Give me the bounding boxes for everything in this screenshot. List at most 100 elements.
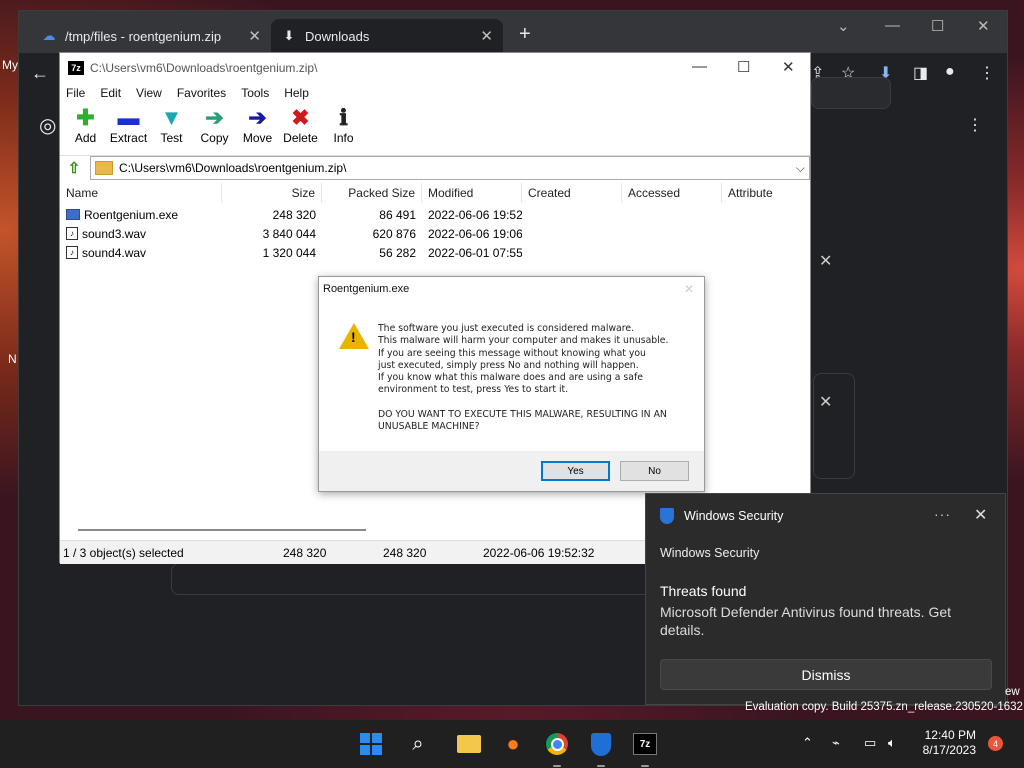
remove-icon[interactable]: ✕ (819, 392, 832, 412)
info-label: Info (333, 131, 354, 145)
notification-badge[interactable]: 4 (988, 736, 1003, 751)
extract-button[interactable]: ▬ Extract (107, 103, 150, 145)
chevron-down-icon[interactable]: ⌵ (796, 161, 805, 176)
add-button[interactable]: ✚ Add (64, 103, 107, 145)
menu-help[interactable]: Help (284, 86, 309, 100)
close-icon[interactable]: ✕ (977, 17, 990, 35)
windows-security-icon[interactable] (586, 729, 616, 759)
move-button[interactable]: ➔ Move (236, 103, 279, 145)
desktop-text-fragment: N (8, 352, 17, 366)
yes-button[interactable]: Yes (541, 461, 610, 481)
file-name: sound3.wav (82, 226, 147, 241)
download-icon: ⬇ (283, 28, 295, 43)
new-tab-button[interactable]: + (519, 23, 531, 46)
folder-icon (457, 735, 481, 753)
chevron-up-icon[interactable]: ⌃ (802, 735, 813, 751)
close-icon[interactable]: ✕ (684, 282, 694, 296)
menu-icon[interactable]: ⋮ (979, 63, 995, 83)
close-icon[interactable]: ✕ (974, 505, 987, 525)
path-field[interactable]: C:\Users\vm6\Downloads\roentgenium.zip\ … (90, 156, 810, 180)
side-panel-icon[interactable]: ◨ (913, 63, 928, 83)
file-list: Roentgenium.exe 248 320 86 491 2022-06-0… (60, 205, 810, 262)
plus-icon: ✚ (76, 105, 95, 130)
file-name: sound4.wav (82, 245, 147, 260)
maximize-icon[interactable]: ☐ (737, 58, 750, 76)
column-accessed[interactable]: Accessed (622, 183, 722, 203)
taskbar-clock[interactable]: 12:40 PM 8/17/2023 (914, 728, 976, 758)
firefox-icon[interactable]: ● (498, 729, 528, 759)
search-icon[interactable]: ⌕ (403, 729, 433, 759)
7zip-logo-icon: 7z (68, 61, 84, 75)
column-modified[interactable]: Modified (422, 183, 522, 203)
profile-icon[interactable]: ● (945, 63, 955, 81)
up-folder-icon[interactable]: ⇧ (64, 158, 84, 178)
desktop-text-fragment: My (2, 58, 18, 72)
exe-file-icon (66, 209, 80, 220)
test-button[interactable]: ▼ Test (150, 103, 193, 145)
clock-time: 12:40 PM (924, 728, 976, 742)
maximize-icon[interactable]: ☐ (931, 17, 944, 35)
chrome-icon[interactable] (542, 729, 572, 759)
file-row[interactable]: Roentgenium.exe 248 320 86 491 2022-06-0… (60, 205, 810, 224)
display-icon[interactable]: ▭ (864, 735, 876, 751)
downloads-more-icon[interactable]: ⋮ (967, 115, 983, 135)
file-modified: 2022-06-06 19:06 (428, 226, 522, 241)
file-row[interactable]: ♪ sound3.wav 3 840 044 620 876 2022-06-06… (60, 224, 810, 243)
delete-button[interactable]: ✖ Delete (279, 103, 322, 145)
evaluation-watermark: Evaluation copy. Build 25375.zn_release.… (745, 701, 1023, 713)
extract-label: Extract (109, 131, 148, 145)
folder-icon (95, 161, 113, 175)
horizontal-scrollbar[interactable] (78, 529, 366, 531)
file-size: 3 840 044 (262, 226, 316, 241)
file-explorer-icon[interactable] (454, 729, 484, 759)
menu-favorites[interactable]: Favorites (177, 86, 226, 100)
menu-edit[interactable]: Edit (100, 86, 121, 100)
more-options-icon[interactable]: ··· (934, 506, 951, 522)
close-tab-icon[interactable]: ✕ (248, 27, 261, 45)
file-packed-size: 620 876 (372, 226, 416, 241)
tab-search-icon[interactable]: ⌄ (837, 17, 850, 35)
menu-tools[interactable]: Tools (241, 86, 269, 100)
tab-downloads[interactable]: ⬇ Downloads ✕ (271, 19, 503, 53)
volume-icon[interactable]: 🔈︎ (888, 735, 896, 751)
info-icon: ℹ (339, 105, 348, 131)
back-icon[interactable]: ← (31, 63, 49, 84)
tab-tmp-files[interactable]: ☁ /tmp/files - roentgenium.zip ✕ (31, 19, 271, 53)
file-row[interactable]: ♪ sound4.wav 1 320 044 56 282 2022-06-01 … (60, 243, 810, 262)
windows-security-notification: Windows Security ··· ✕ Windows Security … (645, 493, 1006, 705)
file-modified: 2022-06-01 07:55 (428, 245, 522, 260)
start-button[interactable] (356, 729, 386, 759)
minimize-icon[interactable]: — (885, 17, 900, 34)
search-box[interactable] (811, 77, 891, 109)
copy-button[interactable]: ➔ Copy (193, 103, 236, 145)
menu-view[interactable]: View (136, 86, 162, 100)
toast-header-title: Windows Security (684, 509, 784, 523)
file-name: Roentgenium.exe (84, 207, 179, 222)
test-check-icon: ▼ (160, 105, 183, 130)
test-label: Test (160, 131, 183, 145)
remove-icon[interactable]: ✕ (819, 251, 832, 271)
column-packed-size[interactable]: Packed Size (322, 183, 422, 203)
dialog-footer: Yes No (319, 451, 704, 491)
info-button[interactable]: ℹ Info (322, 103, 365, 145)
close-icon[interactable]: ✕ (782, 58, 795, 76)
7zip-taskbar-icon[interactable]: 7z (630, 729, 660, 759)
list-header: Name Size Packed Size Modified Created A… (60, 183, 810, 203)
network-icon[interactable]: ⌁ (832, 735, 840, 751)
copy-label: Copy (200, 131, 229, 145)
message-line: just executed, simply press No and nothi… (378, 359, 639, 371)
no-button[interactable]: No (620, 461, 689, 481)
move-arrow-icon: ➔ (248, 105, 267, 130)
close-tab-icon[interactable]: ✕ (480, 27, 493, 45)
column-size[interactable]: Size (222, 183, 322, 203)
column-name[interactable]: Name (60, 183, 222, 203)
minimize-icon[interactable]: — (692, 58, 707, 75)
column-created[interactable]: Created (522, 183, 622, 203)
dismiss-button[interactable]: Dismiss (660, 659, 992, 690)
menu-file[interactable]: File (66, 86, 85, 100)
column-attributes[interactable]: Attribute (722, 183, 810, 203)
delete-x-icon: ✖ (291, 105, 310, 130)
cloud-icon: ☁ (42, 28, 56, 43)
toast-text[interactable]: Microsoft Defender Antivirus found threa… (660, 603, 980, 639)
running-indicator (641, 765, 649, 767)
